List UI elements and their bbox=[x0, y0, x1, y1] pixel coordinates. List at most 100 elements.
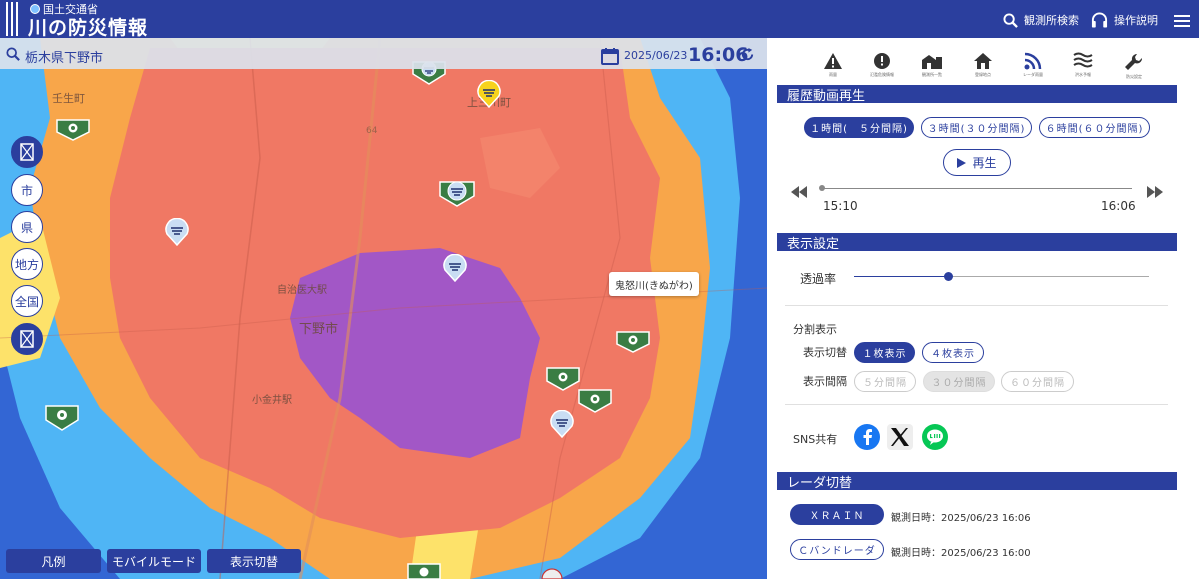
side-national-button[interactable]: 全国 bbox=[11, 285, 43, 317]
side-city-button[interactable]: 市 bbox=[11, 174, 43, 206]
history-6h-button[interactable]: ６時間(６０分間隔) bbox=[1039, 117, 1150, 138]
quad-view-button[interactable]: ４枚表示 bbox=[922, 342, 984, 363]
timeline-start: 15:10 bbox=[823, 199, 858, 213]
place-koganei-station: 小金井駅 bbox=[252, 395, 292, 406]
app-title[interactable]: 川の防災情報 bbox=[28, 13, 148, 40]
toolbar-label: 氾濫危険情報 bbox=[870, 72, 894, 77]
station-search-button[interactable]: 観測所検索 bbox=[1003, 12, 1079, 28]
camera-marker-icon[interactable] bbox=[577, 388, 613, 414]
camera-marker-icon[interactable] bbox=[615, 330, 651, 354]
mobile-mode-button[interactable]: モバイルモード bbox=[107, 549, 201, 573]
line-glyph-icon bbox=[927, 429, 943, 445]
buildings-icon bbox=[922, 55, 942, 69]
side-region-button[interactable]: 地方 bbox=[11, 248, 43, 280]
divider bbox=[785, 404, 1168, 405]
xrain-button[interactable]: ＸＲＡＩＮ bbox=[790, 504, 884, 525]
facebook-glyph-icon bbox=[863, 429, 872, 445]
toolbar-registered-button[interactable]: 登録地点 bbox=[963, 52, 1003, 78]
xrain-time: 観測日時：2025/06/23 16:06 bbox=[891, 513, 1031, 524]
toolbar-settings-button[interactable]: 防災設定 bbox=[1114, 52, 1154, 80]
interval-60-button[interactable]: ６０分間隔 bbox=[1001, 371, 1074, 392]
radar-section-header: レーダ切替 bbox=[777, 472, 1177, 491]
location-label[interactable]: 栃木県下野市 bbox=[25, 47, 103, 66]
interval-30-button[interactable]: ３０分間隔 bbox=[923, 371, 995, 392]
line-share-icon[interactable] bbox=[922, 424, 948, 450]
search-icon[interactable] bbox=[6, 47, 20, 61]
play-icon bbox=[957, 157, 967, 168]
camera-marker-icon[interactable] bbox=[545, 366, 581, 392]
toolbar-label: 観測所一覧 bbox=[922, 72, 942, 77]
camera-marker-icon[interactable] bbox=[55, 118, 91, 142]
toolbar-label: 防災設定 bbox=[1126, 74, 1142, 79]
route-label: 64 bbox=[366, 126, 378, 136]
headphones-icon bbox=[1091, 12, 1108, 28]
header-bar: 国土交通省 川の防災情報 観測所検索 操作説明 bbox=[0, 0, 1199, 40]
history-section-header: 履歴動画再生 bbox=[777, 85, 1177, 104]
display-switch-button[interactable]: 表示切替 bbox=[207, 549, 301, 573]
water-level-marker-icon[interactable] bbox=[438, 178, 476, 208]
water-level-marker-icon[interactable] bbox=[540, 568, 564, 579]
legend-button[interactable]: 凡例 bbox=[6, 549, 101, 573]
station-box-icon bbox=[20, 330, 34, 348]
x-share-icon[interactable] bbox=[887, 424, 913, 450]
water-level-marker-icon[interactable] bbox=[164, 218, 190, 246]
app-root: 国土交通省 川の防災情報 観測所検索 操作説明 壬生町 下野市 自治医大駅 小金… bbox=[0, 0, 1199, 579]
help-label: 操作説明 bbox=[1114, 14, 1158, 27]
fast-forward-icon[interactable] bbox=[1147, 186, 1163, 198]
toolbar-flood-button[interactable]: 洪水予報 bbox=[1063, 52, 1103, 78]
history-3h-button[interactable]: ３時間(３０分間隔) bbox=[921, 117, 1032, 138]
wrench-icon bbox=[1125, 53, 1143, 70]
history-1h-button[interactable]: １時間( ５分間隔) bbox=[804, 117, 914, 138]
cband-time: 観測日時：2025/06/23 16:00 bbox=[891, 548, 1031, 559]
water-level-warning-marker-icon[interactable] bbox=[476, 80, 502, 108]
side-pref-button[interactable]: 県 bbox=[11, 211, 43, 243]
facebook-share-icon[interactable] bbox=[854, 424, 880, 450]
switch-label: 表示切替 bbox=[803, 346, 847, 359]
sns-label: SNS共有 bbox=[793, 433, 838, 446]
toolbar-radar-button[interactable]: レーダ雨量 bbox=[1013, 52, 1053, 78]
radar-icon bbox=[1024, 52, 1042, 70]
cband-button[interactable]: Ｃバンドレーダ bbox=[790, 539, 884, 560]
place-shimotsuke: 下野市 bbox=[299, 322, 339, 337]
single-view-button[interactable]: １枚表示 bbox=[854, 342, 915, 363]
toolbar-alert-button[interactable]: 氾濫危険情報 bbox=[862, 52, 902, 78]
camera-marker-icon[interactable] bbox=[44, 402, 80, 432]
toolbar-label: 登録地点 bbox=[975, 72, 991, 77]
place-mibu: 壬生町 bbox=[52, 92, 85, 105]
home-icon bbox=[974, 53, 992, 69]
opacity-label: 透過率 bbox=[800, 272, 837, 286]
brand-stripes bbox=[6, 2, 22, 36]
refresh-icon[interactable] bbox=[740, 47, 755, 62]
river-tooltip: 鬼怒川(きぬがわ) bbox=[609, 272, 699, 296]
toolbar-label: 雨量 bbox=[829, 72, 837, 77]
timeline-track[interactable] bbox=[822, 188, 1132, 189]
play-label: 再生 bbox=[972, 156, 997, 170]
toolbar-label: 洪水予報 bbox=[1075, 72, 1091, 77]
timeline-knob[interactable] bbox=[819, 185, 825, 191]
station-box-icon bbox=[20, 143, 34, 161]
side-station-toggle-bottom[interactable] bbox=[11, 323, 43, 355]
camera-marker-icon[interactable] bbox=[406, 562, 442, 579]
search-icon bbox=[1003, 12, 1018, 28]
map-date: 2025/06/23 bbox=[624, 49, 688, 62]
place-jichi-station: 自治医大駅 bbox=[277, 285, 327, 296]
opacity-slider-rest bbox=[948, 276, 1149, 277]
radar-map[interactable]: 壬生町 上三川町 下野市 自治医大駅 小金井駅 64 市 県 地方 全国 鬼怒川… bbox=[0, 38, 767, 579]
help-button[interactable]: 操作説明 bbox=[1091, 12, 1158, 28]
play-button[interactable]: 再生 bbox=[943, 149, 1011, 176]
rewind-icon[interactable] bbox=[791, 186, 807, 198]
toolbar-rain-button[interactable]: 雨量 bbox=[813, 52, 853, 78]
timeline-end: 16:06 bbox=[1101, 199, 1136, 213]
toolbar-label: レーダ雨量 bbox=[1023, 72, 1043, 77]
interval-5-button[interactable]: ５分間隔 bbox=[854, 371, 916, 392]
water-level-marker-icon[interactable] bbox=[549, 410, 575, 438]
calendar-icon[interactable] bbox=[601, 47, 619, 65]
water-level-marker-icon[interactable] bbox=[442, 254, 468, 282]
hamburger-menu-icon[interactable] bbox=[1174, 15, 1190, 27]
display-section-header: 表示設定 bbox=[777, 233, 1177, 252]
radar-overlay bbox=[0, 38, 767, 579]
x-glyph-icon bbox=[891, 428, 909, 446]
side-station-toggle-top[interactable] bbox=[11, 136, 43, 168]
toolbar-stations-button[interactable]: 観測所一覧 bbox=[912, 52, 952, 78]
divider bbox=[785, 305, 1168, 306]
